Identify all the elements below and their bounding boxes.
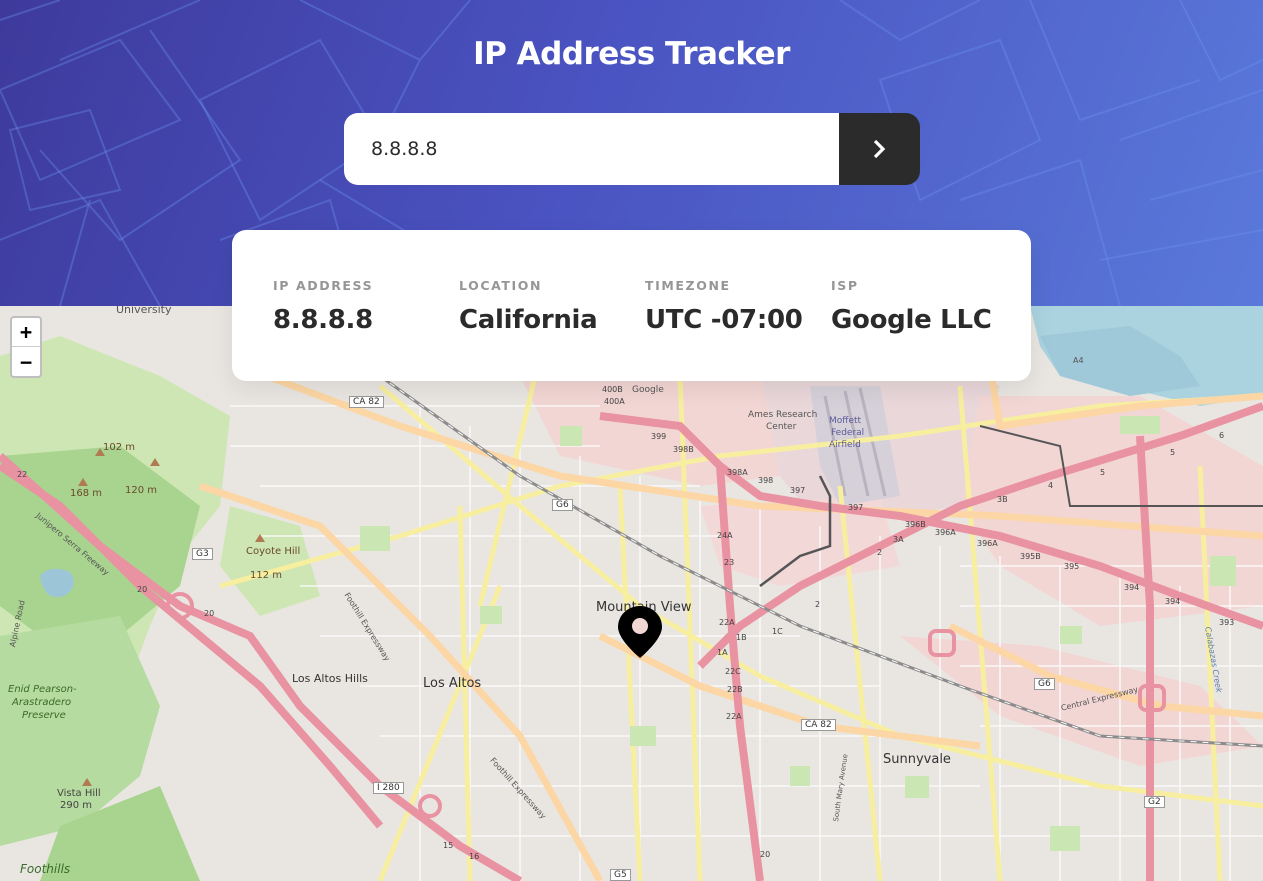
map-label-google: Google: [632, 385, 664, 395]
map-label-enid: Enid Pearson-: [8, 684, 77, 695]
map-label-exit-22c: 22C: [725, 667, 741, 676]
map-label-exit-396a: 396A: [935, 528, 956, 537]
map-label-exit-396b: 396B: [905, 520, 926, 529]
map-label-ames-2: Center: [766, 422, 797, 432]
isp-section: ISP Google LLC: [831, 278, 992, 335]
map-view[interactable]: Mountain View Los Altos Los Altos Hills …: [0, 306, 1263, 881]
map-label-exit-395: 395: [1064, 562, 1080, 571]
map-label-exit-16: 16: [469, 852, 480, 861]
map-label-exit-1c: 1C: [772, 627, 783, 636]
ip-address-value: 8.8.8.8: [273, 305, 373, 335]
map-label-university: University: [116, 306, 172, 316]
map-label-moffett-2: Federal: [831, 428, 865, 438]
map-label-elev-120: 120 m: [125, 485, 158, 496]
map-label-enid-3: Preserve: [22, 710, 66, 721]
map-label-exit-1a: 1A: [717, 648, 728, 657]
map-label-exit-22a-2: 22A: [726, 712, 742, 721]
map-label-i280: I 280: [373, 782, 404, 794]
map-label-exit-20b: 20: [204, 609, 215, 618]
search-submit-button[interactable]: [839, 113, 920, 185]
map-label-exit-23: 23: [724, 558, 735, 567]
map-label-exit-396a-2: 396A: [977, 539, 998, 548]
map-label-exit-394: 394: [1124, 583, 1140, 592]
map-label-exit-395b: 395B: [1020, 552, 1041, 561]
map-label-a4: A4: [1073, 356, 1084, 365]
location-section: LOCATION California: [459, 278, 598, 335]
map-label-exit-398: 398: [758, 476, 774, 485]
map-label-exit-2: 2: [877, 548, 883, 557]
map-label-g6-left: G6: [552, 499, 573, 511]
map-label-moffett-3: Airfield: [829, 440, 861, 450]
map-label-exit-5b: 5: [1170, 448, 1176, 457]
map-label-exit-20c: 20: [760, 850, 771, 859]
map-zoom-control: + −: [10, 316, 42, 378]
map-label-exit-398b: 398B: [673, 445, 694, 454]
map-label-exit-3b: 3B: [997, 495, 1008, 504]
map-label-vista-hill-elev: 290 m: [60, 800, 93, 811]
map-label-exit-3a: 3A: [893, 535, 904, 544]
map-label-ca82-bottom: CA 82: [801, 719, 836, 731]
ip-address-section: IP ADDRESS 8.8.8.8: [273, 278, 373, 335]
map-label-exit-22b: 22B: [727, 685, 743, 694]
app-root: IP Address Tracker IP ADDRESS 8.8.8.8 LO…: [0, 0, 1263, 881]
map-label-exit-1b: 1B: [736, 633, 747, 642]
timezone-value: UTC -07:00: [645, 305, 803, 335]
timezone-label: TIMEZONE: [645, 278, 731, 293]
map-label-coyote-hill: Coyote Hill: [246, 546, 301, 557]
map-label-exit-400b: 400B: [602, 385, 623, 394]
isp-label: ISP: [831, 278, 859, 293]
map-label-exit-397b: 397: [848, 503, 864, 512]
map-label-moffett: Moffett: [829, 416, 862, 426]
map-label-exit-399: 399: [651, 432, 667, 441]
map-label-foothills: Foothills: [20, 862, 71, 876]
location-pin-icon[interactable]: [616, 604, 664, 660]
map-label-enid-2: Arastradero: [12, 697, 72, 708]
map-label-los-altos-hills: Los Altos Hills: [292, 672, 368, 685]
map-label-exit-15: 15: [443, 841, 454, 850]
location-value: California: [459, 305, 598, 335]
page-title: IP Address Tracker: [473, 36, 790, 72]
ip-info-card: IP ADDRESS 8.8.8.8 LOCATION California T…: [232, 230, 1031, 381]
map-label-los-altos: Los Altos: [423, 676, 482, 691]
map-label-exit-5: 5: [1100, 468, 1106, 477]
map-label-exit-400a: 400A: [604, 397, 625, 406]
location-label: LOCATION: [459, 278, 543, 293]
map-label-sunnyvale: Sunnyvale: [883, 752, 951, 767]
map-label-exit-22: 22: [17, 470, 28, 479]
ip-address-label: IP ADDRESS: [273, 278, 374, 293]
map-label-g5: G5: [610, 869, 631, 881]
zoom-out-button[interactable]: −: [12, 347, 40, 376]
map-label-elev-168: 168 m: [70, 488, 103, 499]
map-label-exit-398a: 398A: [727, 468, 748, 477]
map-label-exit-393: 393: [1219, 618, 1235, 627]
chevron-right-icon: [873, 139, 885, 159]
map-label-coyote-hill-elev: 112 m: [250, 570, 283, 581]
map-label-exit-394b: 394: [1165, 597, 1181, 606]
map-label-exit-397a: 397: [790, 486, 806, 495]
map-label-g2: G2: [1144, 796, 1165, 808]
map-label-exit-22a: 22A: [719, 618, 735, 627]
map-label-exit-2b: 2: [815, 600, 821, 609]
map-label-exit-6: 6: [1219, 431, 1225, 440]
isp-value: Google LLC: [831, 305, 992, 335]
map-label-exit-20: 20: [137, 585, 148, 594]
timezone-section: TIMEZONE UTC -07:00: [645, 278, 803, 335]
search-bar: [344, 113, 920, 185]
map-label-ca82-top: CA 82: [349, 396, 384, 408]
ip-search-input[interactable]: [344, 113, 839, 185]
map-label-exit-4: 4: [1048, 481, 1054, 490]
map-label-ames: Ames Research: [748, 410, 818, 420]
map-label-g3: G3: [192, 548, 213, 560]
map-label-elev-102: 102 m: [103, 442, 136, 453]
map-label-g6-right: G6: [1034, 678, 1055, 690]
zoom-in-button[interactable]: +: [12, 318, 40, 347]
map-label-vista-hill: Vista Hill: [57, 788, 101, 799]
map-label-exit-24a: 24A: [717, 531, 733, 540]
